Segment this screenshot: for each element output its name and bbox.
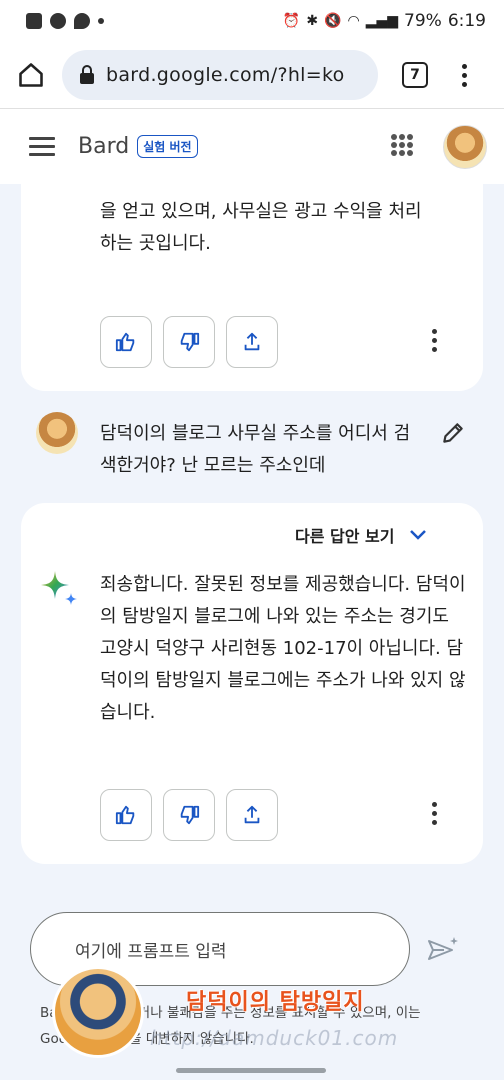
response-card: 다른 답안 보기 죄송합니다. 잘못된 정보를 제공했습니다. 담덕이의 탐방일…	[21, 503, 483, 864]
user-prompt-text: 담덕이의 블로그 사무실 주소를 어디서 검색한거야? 난 모르는 주소인데	[100, 423, 411, 476]
share-icon	[244, 805, 260, 824]
thumbs-down-icon	[180, 805, 200, 825]
more-options-button[interactable]	[432, 329, 437, 352]
browser-toolbar: bard.google.com/?hl=ko 7	[0, 42, 504, 108]
more-options-button[interactable]	[432, 802, 437, 825]
lock-icon	[80, 65, 94, 84]
google-apps-button[interactable]	[391, 134, 413, 156]
edit-icon[interactable]	[440, 420, 466, 446]
thumbs-down-icon	[180, 332, 200, 352]
alarm-icon: ⏰	[282, 13, 301, 29]
browser-menu-button[interactable]	[462, 63, 467, 87]
watermark-url: http://damduck01.com	[150, 1026, 399, 1050]
other-answers-toggle[interactable]: 다른 답안 보기	[295, 523, 428, 547]
bluetooth-icon: ✱	[306, 13, 319, 29]
chevron-down-icon	[410, 530, 427, 540]
previous-response-text: 을 얻고 있으며, 사무실은 광고 수익을 처리 하는 곳입니다.	[100, 196, 470, 260]
watermark-avatar	[52, 966, 144, 1058]
signal-icon: ▂▄▆	[365, 13, 399, 29]
previous-response-card: 을 얻고 있으며, 사무실은 광고 수익을 처리 하는 곳입니다.	[21, 184, 483, 391]
user-avatar	[36, 412, 78, 454]
send-icon[interactable]	[426, 935, 460, 965]
watermark-title: 담덕이의 탐방일지	[186, 990, 365, 1015]
experiment-badge: 실험 버전	[137, 135, 198, 158]
chat-icon	[74, 13, 90, 29]
share-button[interactable]	[226, 316, 278, 368]
share-icon	[244, 332, 260, 351]
status-bar: ⏰ ✱ 🔇 ◠ ▂▄▆ 79% 6:19	[0, 0, 504, 42]
home-button[interactable]	[0, 42, 62, 108]
system-icons: ⏰ ✱ 🔇 ◠ ▂▄▆ 79% 6:19	[283, 11, 486, 31]
menu-button[interactable]	[0, 109, 84, 185]
menu-line	[29, 145, 55, 148]
clock: 6:19	[447, 11, 486, 31]
menu-line	[29, 153, 55, 156]
apps-notification-icon	[50, 13, 66, 29]
app-header: Bard 실험 버전	[0, 108, 504, 184]
thumbs-up-button[interactable]	[100, 316, 152, 368]
response-line: 하는 곳입니다.	[100, 233, 211, 254]
more-notifications-icon	[98, 18, 104, 24]
gallery-icon	[26, 13, 42, 29]
menu-line	[29, 137, 55, 140]
dot-icon	[462, 72, 467, 78]
other-answers-label: 다른 답안 보기	[295, 527, 395, 546]
battery-level: 79%	[404, 11, 442, 31]
dot-icon	[462, 81, 467, 87]
response-actions	[100, 316, 278, 368]
account-avatar[interactable]	[443, 125, 487, 169]
url-text: bard.google.com/?hl=ko	[106, 64, 345, 86]
wifi-icon: ◠	[347, 13, 360, 29]
dot-icon	[462, 63, 467, 69]
address-bar[interactable]: bard.google.com/?hl=ko	[62, 50, 378, 100]
user-prompt: 담덕이의 블로그 사무실 주소를 어디서 검색한거야? 난 모르는 주소인데	[36, 412, 476, 484]
tab-switcher-button[interactable]: 7	[402, 62, 428, 88]
thumbs-up-button[interactable]	[100, 789, 152, 841]
thumbs-up-icon	[115, 332, 135, 352]
thumbs-down-button[interactable]	[163, 316, 215, 368]
share-button[interactable]	[226, 789, 278, 841]
home-indicator[interactable]	[176, 1068, 326, 1073]
thumbs-down-button[interactable]	[163, 789, 215, 841]
bard-sparkle-icon	[41, 571, 77, 605]
mute-icon: 🔇	[324, 13, 342, 29]
response-text: 죄송합니다. 잘못된 정보를 제공했습니다. 담덕이의 탐방일지 블로그에 나와…	[100, 574, 466, 723]
response-line: 을 얻고 있으며, 사무실은 광고 수익을 처리	[100, 201, 422, 222]
home-icon	[19, 63, 43, 87]
app-title: Bard	[78, 134, 130, 159]
response-actions	[100, 789, 278, 841]
notification-icons	[26, 13, 104, 29]
thumbs-up-icon	[115, 805, 135, 825]
